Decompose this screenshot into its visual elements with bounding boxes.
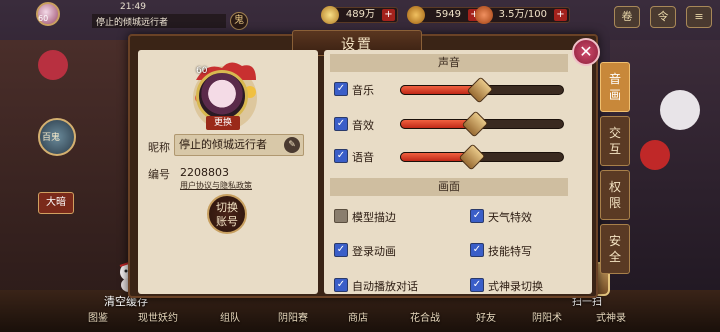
login-anim-checkbox[interactable]: ✓ xyxy=(334,243,348,257)
edit-icon[interactable]: ✎ xyxy=(284,137,300,153)
voice-label: 语音 xyxy=(352,151,374,164)
gold-icon xyxy=(407,6,425,24)
shikigami-decoration xyxy=(660,90,700,130)
menu-item-hanafuda[interactable]: 花合战 xyxy=(410,309,440,324)
privacy-policy-link[interactable]: 用户协议与隐私政策 xyxy=(180,180,252,191)
switch-account-line-2: 账号 xyxy=(216,215,238,228)
tab-permissions-line-1: 权 xyxy=(608,180,621,194)
tab-permissions-line-2: 限 xyxy=(608,196,621,210)
auto-dialog-checkbox[interactable]: ✓ xyxy=(334,278,348,292)
switch-account-line-1: 切换 xyxy=(216,201,238,214)
gold-counter: 5949 + xyxy=(407,6,484,24)
music-checkbox[interactable]: ✓ xyxy=(334,82,348,96)
sfx-checkbox[interactable]: ✓ xyxy=(334,117,348,131)
scroll-button[interactable]: 卷 xyxy=(614,6,640,28)
skill-closeup-checkbox[interactable]: ✓ xyxy=(470,243,484,257)
tab-interaction-line-2: 互 xyxy=(608,142,621,156)
tab-interaction-line-1: 交 xyxy=(608,126,621,140)
gold-value: 5949 xyxy=(435,9,461,20)
jade-add-button[interactable]: + xyxy=(382,9,395,21)
ghost-icon[interactable]: 鬼 xyxy=(230,12,248,30)
stamina-icon xyxy=(475,6,493,24)
jade-icon xyxy=(321,6,339,24)
jade-value: 489万 xyxy=(345,9,375,20)
tab-permissions[interactable]: 权 限 xyxy=(600,170,630,220)
menu-item-friends[interactable]: 好友 xyxy=(476,309,496,324)
lantern-decoration xyxy=(38,50,68,80)
tab-audio-visual[interactable]: 音 画 xyxy=(600,62,630,112)
shikigami-switch-checkbox[interactable]: ✓ xyxy=(470,278,484,292)
weather-label: 天气特效 xyxy=(488,211,532,224)
flower-decoration xyxy=(640,140,670,170)
jade-counter: 489万 + xyxy=(321,6,398,24)
stamina-value: 3.5万/100 xyxy=(498,9,547,20)
change-avatar-button[interactable]: 更换 xyxy=(206,116,240,130)
clock: 21:49 xyxy=(120,2,146,12)
menu-item-onmyodo[interactable]: 阴阳术 xyxy=(532,309,562,324)
menu-item-team[interactable]: 组队 xyxy=(220,309,240,324)
music-label: 音乐 xyxy=(352,84,374,97)
top-hud: 60 21:49 停止的倾城远行者 鬼 489万 + 5949 + 3.5万/1… xyxy=(0,0,720,32)
player-name: 停止的倾城远行者 xyxy=(96,18,169,28)
outline-label: 模型描边 xyxy=(352,211,396,224)
profile-avatar[interactable] xyxy=(196,70,248,122)
sfx-label: 音效 xyxy=(352,119,374,132)
tab-security-line-2: 全 xyxy=(608,250,621,264)
menu-item-shop[interactable]: 商店 xyxy=(348,309,368,324)
menu-button[interactable]: ≡ xyxy=(686,6,712,28)
tab-security[interactable]: 安 全 xyxy=(600,224,630,274)
tab-security-line-1: 安 xyxy=(608,234,621,248)
menu-item-world[interactable]: 现世妖约 xyxy=(138,309,178,324)
order-button[interactable]: 令 xyxy=(650,6,676,28)
player-level: 60 xyxy=(38,14,49,23)
sound-section-header: 声音 xyxy=(330,54,568,72)
bottom-menu: 图鉴 现世妖约 组队 阴阳寮 商店 花合战 好友 阴阳术 式神录 xyxy=(80,296,640,332)
menu-item-illustrations[interactable]: 图鉴 xyxy=(88,309,108,324)
tab-interaction[interactable]: 交 互 xyxy=(600,116,630,166)
menu-item-guild[interactable]: 阴阳寮 xyxy=(278,309,308,324)
side-event-label: 百鬼 xyxy=(42,133,61,143)
uid-label: 编号 xyxy=(148,168,170,181)
menu-item-shikigami[interactable]: 式神录 xyxy=(596,309,626,324)
outline-checkbox[interactable]: ✓ xyxy=(334,209,348,223)
tab-audio-visual-line-2: 画 xyxy=(608,88,621,102)
avatar-level: 60 xyxy=(196,66,208,76)
skill-closeup-label: 技能特写 xyxy=(488,245,532,258)
switch-account-button[interactable]: 切换 账号 xyxy=(207,194,247,234)
uid-value: 2208803 xyxy=(180,166,229,179)
close-icon[interactable]: ✕ xyxy=(572,38,600,66)
auto-dialog-label: 自动播放对话 xyxy=(352,280,418,293)
shikigami-switch-label: 式神录切换 xyxy=(488,280,543,293)
daiming-button[interactable]: 大暗 xyxy=(38,192,74,214)
nickname-label: 昵称 xyxy=(148,141,170,154)
login-anim-label: 登录动画 xyxy=(352,245,396,258)
tab-audio-visual-line-1: 音 xyxy=(608,72,621,86)
weather-checkbox[interactable]: ✓ xyxy=(470,209,484,223)
stamina-add-button[interactable]: + xyxy=(554,9,567,21)
stamina-counter: 3.5万/100 + xyxy=(475,6,570,24)
graphics-section-header: 画面 xyxy=(330,178,568,196)
voice-checkbox[interactable]: ✓ xyxy=(334,149,348,163)
